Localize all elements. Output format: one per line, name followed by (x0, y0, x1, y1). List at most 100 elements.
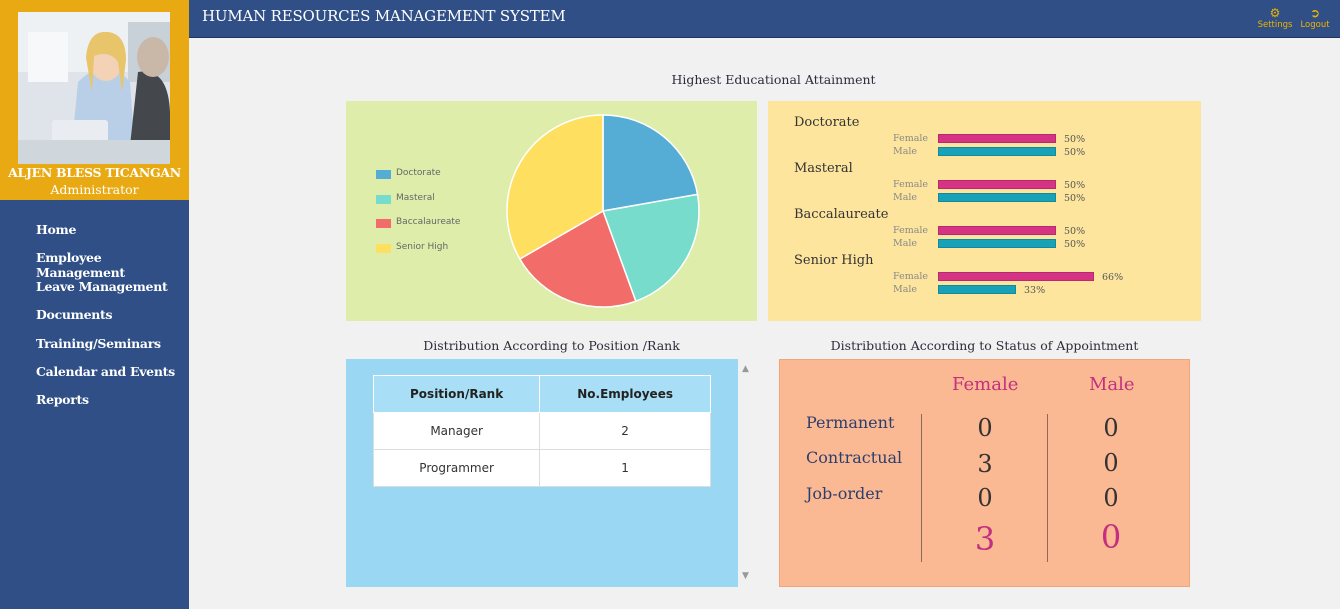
status-label-contractual: Contractual (806, 448, 903, 467)
legend-label: Senior High (396, 241, 449, 252)
sidebar: ALJEN BLESS TICANGAN Administrator Home … (0, 0, 189, 609)
male-header: Male (1089, 374, 1135, 395)
female-percent: 50% (1064, 134, 1086, 145)
settings-label: Settings (1257, 20, 1293, 30)
table-cell: 1 (539, 449, 711, 487)
male-percent: 50% (1064, 239, 1086, 250)
app-title: HUMAN RESOURCES MANAGEMENT SYSTEM (202, 7, 566, 25)
status-title: Distribution According to Status of Appo… (830, 338, 1139, 353)
contractual-female-count: 3 (977, 450, 993, 478)
female-bar-row: Female 50% (794, 133, 1085, 146)
legend-swatch (376, 219, 391, 228)
female-label: Female (893, 271, 929, 282)
position-column-header: Position/Rank (372, 375, 541, 413)
logout-label: Logout (1300, 20, 1330, 30)
permanent-male-count: 0 (1103, 414, 1119, 442)
scroll-up-arrow[interactable]: ▲ (742, 364, 749, 374)
logout-button[interactable]: ➲ Logout (1295, 6, 1335, 30)
status-panel: Female Male Permanent Contractual Job-or… (779, 359, 1190, 587)
female-percent: 50% (1064, 226, 1086, 237)
job-order-female-count: 0 (977, 484, 993, 512)
sidebar-item-reports[interactable]: Reports (36, 392, 189, 420)
education-title: Highest Educational Attainment (671, 72, 876, 87)
male-bar[interactable] (938, 285, 1016, 294)
legend-swatch (376, 243, 391, 253)
education-level-label: Baccalaureate (794, 207, 889, 222)
female-label: Female (893, 225, 929, 236)
male-percent: 33% (1024, 285, 1046, 296)
legend-label: Masteral (396, 192, 435, 203)
profile-photo (18, 12, 170, 164)
legend-item[interactable]: Baccalaureate (376, 217, 460, 242)
legend-item[interactable]: Masteral (376, 193, 460, 218)
sidebar-item-training-seminars[interactable]: Training/Seminars (36, 336, 189, 364)
education-level-label: Senior High (794, 253, 874, 268)
job-order-male-count: 0 (1103, 484, 1119, 512)
male-bar[interactable] (938, 147, 1056, 156)
legend-label: Doctorate (396, 168, 441, 178)
status-label-permanent: Permanent (806, 413, 895, 432)
scroll-down-arrow[interactable]: ▼ (742, 571, 749, 581)
female-percent: 66% (1102, 272, 1124, 283)
position-panel: Position/Rank No.Employees Manager 2 Pro… (346, 359, 738, 587)
male-total: 0 (1100, 518, 1122, 556)
female-label: Female (893, 179, 929, 190)
female-bar-row: Female 66% (794, 271, 1123, 284)
female-label: Female (893, 133, 929, 144)
male-label: Male (893, 284, 918, 295)
permanent-female-count: 0 (977, 414, 993, 442)
logout-icon: ➲ (1309, 6, 1321, 20)
divider (1047, 414, 1048, 562)
sidebar-item-home[interactable]: Home (36, 222, 189, 250)
female-bar-row: Female 50% (794, 179, 1085, 192)
education-level-label: Doctorate (794, 115, 860, 130)
female-bar[interactable] (938, 180, 1056, 189)
female-bar[interactable] (938, 272, 1094, 281)
male-bar-row: Male 50% (794, 238, 1085, 251)
female-bar[interactable] (938, 226, 1056, 235)
female-bar-row: Female 50% (794, 225, 1085, 238)
male-label: Male (893, 238, 918, 249)
divider (921, 414, 922, 562)
settings-button[interactable]: ⚙ Settings (1255, 6, 1295, 30)
top-bar: HUMAN RESOURCES MANAGEMENT SYSTEM ⚙ Sett… (189, 0, 1340, 38)
table-cell: Programmer (372, 449, 541, 487)
education-level-label: Masteral (794, 161, 853, 176)
legend-swatch (376, 170, 391, 179)
education-group: Doctorate Female 50% Male 50% (794, 115, 1085, 159)
profile-name: ALJEN BLESS TICANGAN (8, 165, 181, 180)
sidebar-nav: Home Employee Management Leave Managemen… (36, 222, 189, 421)
status-label-job-order: Job-order (806, 484, 883, 503)
education-pie-panel: Doctorate Masteral Baccalaureate Senior Hig… (346, 101, 757, 321)
contractual-male-count: 0 (1103, 449, 1119, 477)
male-percent: 50% (1064, 147, 1086, 158)
sidebar-item-employee-management[interactable]: Employee Management (36, 250, 189, 280)
sidebar-item-leave-management[interactable]: Leave Management (36, 279, 189, 307)
female-percent: 50% (1064, 180, 1086, 191)
legend-item[interactable]: Doctorate (376, 168, 460, 193)
sidebar-item-calendar-events[interactable]: Calendar and Events (36, 364, 189, 392)
table-cell: 2 (539, 412, 711, 450)
pie-legend: Doctorate Masteral Baccalaureate Senior Hig… (376, 168, 460, 266)
education-pie-chart (506, 114, 700, 308)
male-bar-row: Male 33% (794, 284, 1045, 297)
education-group: Masteral Female 50% Male 50% (794, 161, 1085, 205)
table-row: Programmer 1 (372, 449, 711, 487)
male-bar[interactable] (938, 193, 1056, 202)
education-gender-panel: Doctorate Female 50% Male 50% Masteral Female 5… (768, 101, 1201, 321)
education-group: Senior High Female 66% Male 33% (794, 253, 1123, 297)
position-title: Distribution According to Position /Rank (423, 338, 680, 353)
sidebar-item-documents[interactable]: Documents (36, 307, 189, 335)
male-bar[interactable] (938, 239, 1056, 248)
female-bar[interactable] (938, 134, 1056, 143)
legend-item[interactable]: Senior High (376, 242, 460, 267)
male-bar-row: Male 50% (794, 146, 1085, 159)
male-bar-row: Male 50% (794, 192, 1085, 205)
female-header: Female (952, 374, 1019, 395)
profile-role: Administrator (50, 182, 139, 197)
male-label: Male (893, 192, 918, 203)
table-cell: Manager (372, 412, 541, 450)
female-total: 3 (974, 520, 996, 558)
position-table: Position/Rank No.Employees Manager 2 Pro… (372, 375, 711, 487)
table-row: Manager 2 (372, 412, 711, 450)
